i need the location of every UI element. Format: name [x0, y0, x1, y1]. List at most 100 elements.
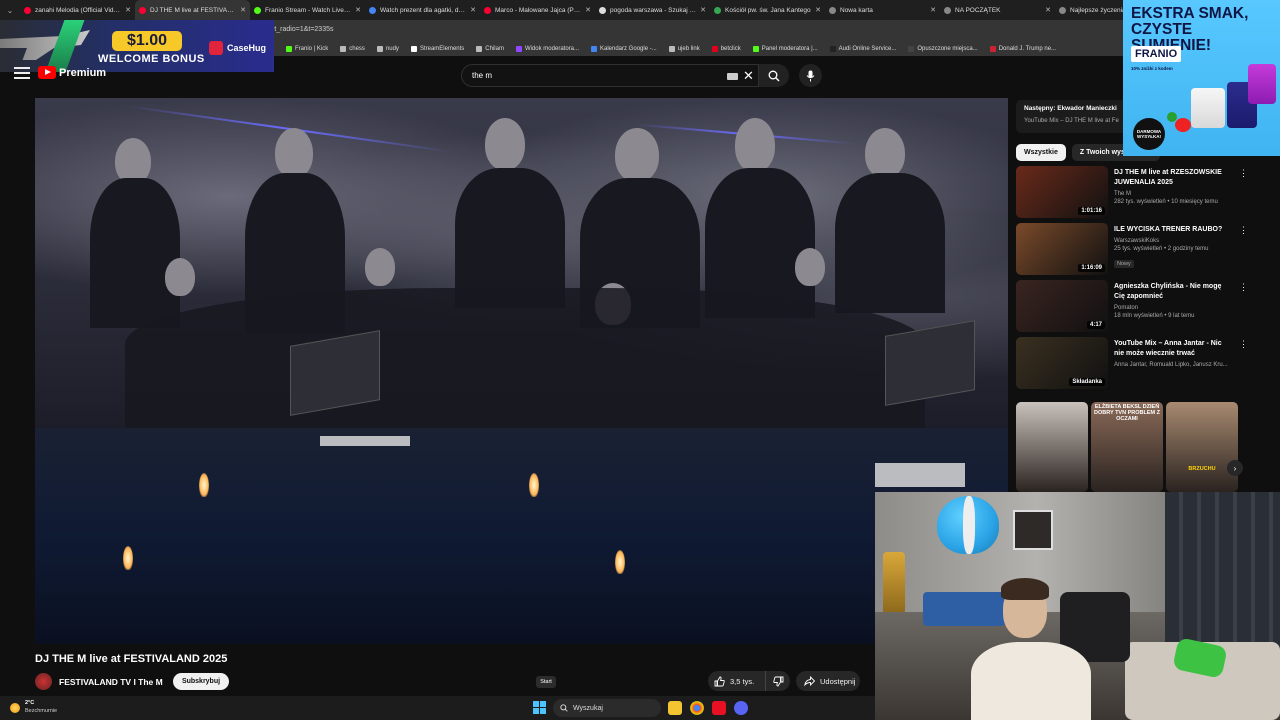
- browser-tab[interactable]: Nowa karta ✕: [825, 0, 940, 20]
- video-thumbnail[interactable]: 4:17: [1016, 280, 1108, 332]
- tab-close-icon[interactable]: ✕: [585, 6, 591, 14]
- bookmark-label: betclick: [720, 46, 741, 52]
- video-title[interactable]: DJ THE M live at RZESZOWSKIE JUWENALIA 2…: [1114, 168, 1232, 188]
- tab-close-icon[interactable]: ✕: [930, 6, 936, 14]
- browser-tab[interactable]: DJ THE M live at FESTIVALAND ✕: [135, 0, 250, 20]
- keyboard-icon[interactable]: [727, 73, 738, 80]
- tab-favicon-icon: [139, 6, 146, 14]
- more-actions-icon[interactable]: ⋮: [1239, 168, 1248, 179]
- browser-tab[interactable]: pogoda warszawa - Szukaj w Google ✕: [595, 0, 710, 20]
- browser-tab[interactable]: Kościół pw. św. Jana Kantego ✕: [710, 0, 825, 20]
- tab-close-icon[interactable]: ✕: [815, 6, 821, 14]
- short-thumbnail[interactable]: [1016, 402, 1088, 492]
- short-thumbnail[interactable]: BRZUCHU: [1166, 402, 1238, 492]
- more-actions-icon[interactable]: ⋮: [1239, 282, 1248, 293]
- video-title[interactable]: YouTube Mix – Anna Jantar - Nic nie może…: [1114, 339, 1232, 359]
- tab-close-icon[interactable]: ✕: [240, 6, 246, 14]
- casehug-ad-banner[interactable]: $1.00 WELCOME BONUS CaseHug: [0, 20, 274, 72]
- stage-lights: [320, 436, 410, 446]
- tab-close-icon[interactable]: ✕: [355, 6, 361, 14]
- file-explorer-icon[interactable]: [668, 701, 682, 715]
- browser-tab[interactable]: NA POCZĄTEK ✕: [940, 0, 1055, 20]
- start-tooltip: Start: [536, 676, 556, 688]
- video-duration: 1:16:09: [1078, 264, 1105, 272]
- bookmark-item[interactable]: Opuszczone miejsca...: [908, 46, 978, 52]
- bookmark-item[interactable]: Kalendarz Google -...: [591, 46, 657, 52]
- shorts-next-button[interactable]: ›: [1227, 460, 1243, 476]
- video-thumbnail[interactable]: Składanka: [1016, 337, 1108, 389]
- bookmark-item[interactable]: Panel moderatora |...: [752, 46, 818, 52]
- up-next-card[interactable]: Następny: Ekwador Manieczki YouTube Mix …: [1016, 100, 1126, 133]
- recommended-video[interactable]: 1:16:09 ILE WYCISKA TRENER RAUBO? Warszaws…: [1016, 223, 1248, 275]
- channel-name[interactable]: FESTIVALAND TV I The M: [59, 677, 163, 687]
- discord-icon[interactable]: [734, 701, 748, 715]
- bookmark-item[interactable]: Franio | Kick: [286, 46, 328, 52]
- video-channel[interactable]: Anna Jantar, Romuald Lipko, Janusz Kru..…: [1114, 362, 1232, 368]
- tab-favicon-icon: [24, 6, 31, 14]
- video-channel[interactable]: WarszawskiKoks: [1114, 238, 1232, 244]
- bookmark-item[interactable]: ujeb link: [668, 46, 700, 52]
- bookmark-item[interactable]: Donald J. Trump ne...: [989, 46, 1056, 52]
- channel-avatar[interactable]: [35, 673, 52, 690]
- recommended-video[interactable]: 1:01:16 DJ THE M live at RZESZOWSKIE JUWE…: [1016, 166, 1248, 218]
- bookmark-item[interactable]: Audi Online Service...: [829, 46, 896, 52]
- bookmark-favicon-icon: [410, 46, 417, 52]
- windows-start-icon[interactable]: [533, 701, 546, 714]
- search-icon: [560, 704, 568, 712]
- bookmark-item[interactable]: StreamElements: [410, 46, 464, 52]
- url-text[interactable]: rt_radio=1&t=2335s: [272, 26, 334, 33]
- video-duration: 1:01:16: [1078, 207, 1105, 215]
- weather-description[interactable]: Bezchmurnie: [25, 708, 57, 714]
- search-query[interactable]: the m: [472, 71, 492, 80]
- dislike-button[interactable]: [766, 671, 790, 691]
- bookmark-item[interactable]: nudy: [376, 46, 399, 52]
- weather-temperature[interactable]: 2°C: [25, 700, 34, 706]
- video-title[interactable]: Agnieszka Chylińska - Nie mogę Cię zapom…: [1114, 282, 1232, 302]
- search-input[interactable]: the m ✕: [461, 64, 759, 87]
- tab-label: pogoda warszawa - Szukaj w Google: [610, 6, 696, 14]
- bookmark-favicon-icon: [711, 46, 718, 52]
- bookmark-item[interactable]: Chilam: [476, 46, 504, 52]
- video-channel[interactable]: The M: [1114, 191, 1232, 197]
- video-thumbnail[interactable]: 1:16:09: [1016, 223, 1108, 275]
- guide-menu-icon[interactable]: [14, 67, 30, 79]
- ad-bonus-text: WELCOME BONUS: [98, 53, 205, 65]
- like-button[interactable]: 3,5 tys.: [708, 671, 766, 691]
- recommended-video[interactable]: Składanka YouTube Mix – Anna Jantar - Nic…: [1016, 337, 1248, 389]
- video-player[interactable]: [35, 98, 1008, 644]
- tab-search-chevron-icon[interactable]: ⌄: [0, 0, 20, 20]
- tab-close-icon[interactable]: ✕: [1045, 6, 1051, 14]
- browser-tab-strip: ⌄ zanahi Melodia (Official Video) ✕ DJ THE…: [0, 0, 1280, 20]
- clear-search-icon[interactable]: ✕: [743, 68, 754, 84]
- bookmark-item[interactable]: betclick: [711, 46, 741, 52]
- short-thumbnail[interactable]: ELŻBIETA BEKSL DZIEŃ DOBRY TVN PROBLEM Z…: [1091, 402, 1163, 492]
- taskbar-search[interactable]: Wyszukaj: [553, 699, 661, 717]
- subscribe-button[interactable]: Subskrybuj: [173, 673, 229, 690]
- youtube-logo[interactable]: Premium: [38, 66, 106, 79]
- search-button[interactable]: [759, 64, 789, 87]
- weather-sun-icon[interactable]: [10, 703, 20, 713]
- video-title[interactable]: ILE WYCISKA TRENER RAUBO?: [1114, 225, 1232, 235]
- video-channel[interactable]: Pomaton: [1114, 305, 1232, 311]
- bookmark-item[interactable]: Widok moderatora...: [515, 46, 579, 52]
- tab-close-icon[interactable]: ✕: [125, 6, 131, 14]
- more-actions-icon[interactable]: ⋮: [1239, 339, 1248, 350]
- browser-tab[interactable]: zanahi Melodia (Official Video) ✕: [20, 0, 135, 20]
- browser-tab[interactable]: Watch prezent dla agatki, dark ✕: [365, 0, 480, 20]
- filter-chip[interactable]: Wszystkie: [1016, 144, 1066, 161]
- voice-search-button[interactable]: [799, 64, 822, 87]
- browser-tab[interactable]: Franio Stream - Watch Live on Kick ✕: [250, 0, 365, 20]
- recommended-video[interactable]: 4:17 Agnieszka Chylińska - Nie mogę Cię z…: [1016, 280, 1248, 332]
- bookmark-item[interactable]: chess: [340, 46, 365, 52]
- more-actions-icon[interactable]: ⋮: [1239, 225, 1248, 236]
- share-button[interactable]: Udostępnij: [796, 671, 860, 691]
- tab-close-icon[interactable]: ✕: [470, 6, 476, 14]
- video-thumbnail[interactable]: 1:01:16: [1016, 166, 1108, 218]
- browser-tab[interactable]: Marco - Malowane Jajca (Parody) ✕: [480, 0, 595, 20]
- franio-ad-banner[interactable]: EKSTRA SMAK, CZYSTE SUMIENIE! FRANIO 10%…: [1123, 0, 1280, 156]
- app-icon[interactable]: [712, 701, 726, 715]
- chrome-icon[interactable]: [690, 701, 704, 715]
- tab-favicon-icon: [1059, 6, 1066, 14]
- tab-close-icon[interactable]: ✕: [700, 6, 706, 14]
- battle-bus-model: [923, 592, 1005, 626]
